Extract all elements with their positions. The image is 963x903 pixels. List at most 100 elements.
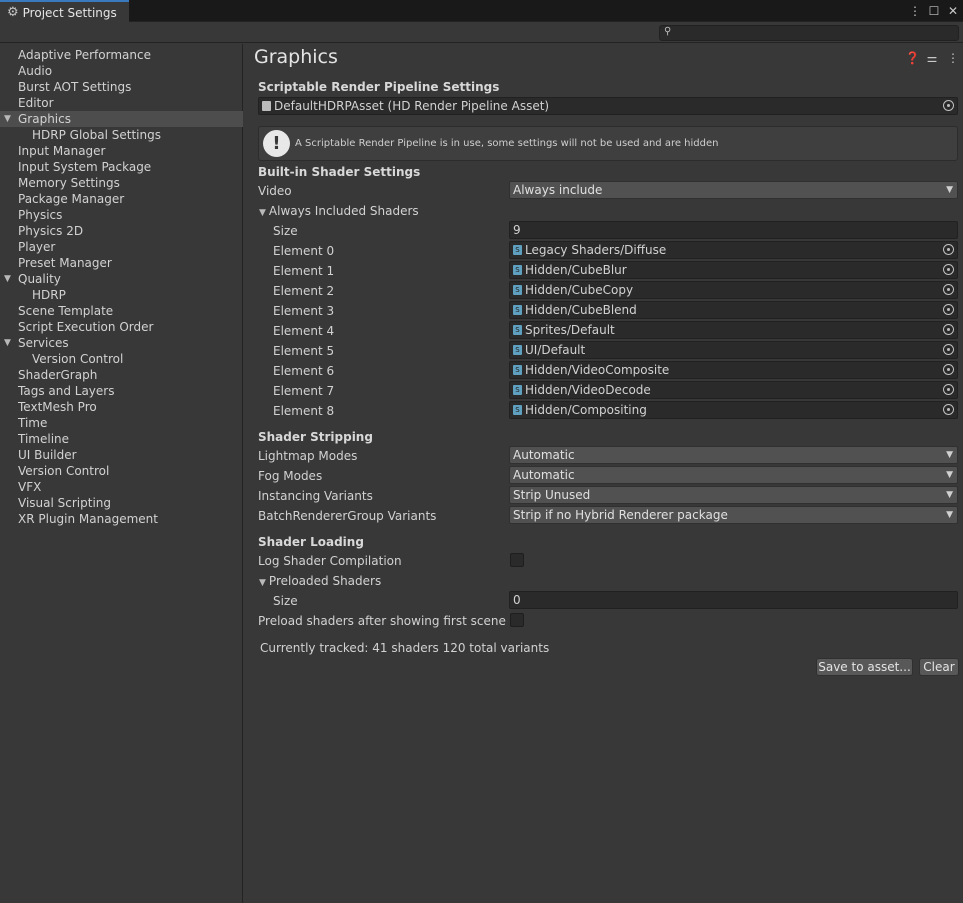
sidebar-item[interactable]: Input System Package <box>0 159 243 175</box>
sidebar-item[interactable]: UI Builder <box>0 447 243 463</box>
preload-after-first-scene-checkbox[interactable] <box>510 613 524 627</box>
element-label: Element 0 <box>273 244 335 258</box>
maximize-icon[interactable]: ☐ <box>928 3 940 19</box>
object-picker-icon[interactable] <box>943 344 954 355</box>
sidebar-item[interactable]: ShaderGraph <box>0 367 243 383</box>
object-picker-icon[interactable] <box>943 284 954 295</box>
save-to-asset-button[interactable]: Save to asset... <box>816 658 913 676</box>
expand-arrow-icon[interactable]: ▼ <box>4 111 11 127</box>
sidebar-item[interactable]: TextMesh Pro <box>0 399 243 415</box>
shader-object-field[interactable]: S UI/Default <box>509 341 958 359</box>
video-label: Video <box>258 184 292 198</box>
sidebar-item[interactable]: ▼ Services <box>0 335 243 351</box>
tab-title: Project Settings <box>22 5 117 20</box>
sidebar-item[interactable]: Scene Template <box>0 303 243 319</box>
more-options-icon[interactable]: ⋮ <box>909 3 921 19</box>
sidebar-item[interactable]: HDRP <box>0 287 243 303</box>
asset-icon <box>262 101 271 111</box>
stripping-dropdown[interactable]: Strip Unused ▼ <box>509 486 958 504</box>
more-options-icon[interactable]: ⋮ <box>947 51 959 65</box>
shader-object-field[interactable]: S Hidden/CubeBlur <box>509 261 958 279</box>
sidebar-item[interactable]: Player <box>0 239 243 255</box>
stripping-dropdown[interactable]: Automatic ▼ <box>509 446 958 464</box>
preloaded-shaders-foldout[interactable]: ▼ Preloaded Shaders <box>259 574 381 588</box>
sidebar-item-label: Script Execution Order <box>18 320 154 334</box>
sidebar-item[interactable]: Input Manager <box>0 143 243 159</box>
shader-object-field[interactable]: S Sprites/Default <box>509 321 958 339</box>
preloaded-size-field[interactable]: 0 <box>509 591 958 609</box>
render-pipeline-asset-field[interactable]: DefaultHDRPAsset (HD Render Pipeline Ass… <box>258 97 958 115</box>
element-label: Element 2 <box>273 284 335 298</box>
sidebar-item[interactable]: VFX <box>0 479 243 495</box>
object-picker-icon[interactable] <box>943 404 954 415</box>
clear-button[interactable]: Clear <box>919 658 959 676</box>
shader-object-field[interactable]: S Hidden/CubeCopy <box>509 281 958 299</box>
shader-object-field[interactable]: S Hidden/Compositing <box>509 401 958 419</box>
sidebar-item[interactable]: Visual Scripting <box>0 495 243 511</box>
expand-arrow-icon[interactable]: ▼ <box>4 271 11 287</box>
sidebar-item-label: TextMesh Pro <box>18 400 97 414</box>
sidebar-item[interactable]: ▼ Graphics <box>0 111 243 127</box>
sidebar-item-label: Adaptive Performance <box>18 48 151 62</box>
stripping-value: Automatic <box>513 448 575 462</box>
stripping-dropdown[interactable]: Automatic ▼ <box>509 466 958 484</box>
toolbar: ⚲ <box>0 22 963 43</box>
presets-icon[interactable]: ⚌ <box>926 51 938 65</box>
element-label: Element 8 <box>273 404 335 418</box>
stripping-value: Strip if no Hybrid Renderer package <box>513 508 728 522</box>
sidebar-item[interactable]: Burst AOT Settings <box>0 79 243 95</box>
shader-object-field[interactable]: S Hidden/VideoComposite <box>509 361 958 379</box>
tab-project-settings[interactable]: ⚙ Project Settings <box>0 0 129 23</box>
sidebar-item-label: Input Manager <box>18 144 106 158</box>
shader-object-field[interactable]: S Hidden/CubeBlend <box>509 301 958 319</box>
log-shader-compilation-checkbox[interactable] <box>510 553 524 567</box>
search-input[interactable]: ⚲ <box>659 25 959 41</box>
sidebar-item[interactable]: Version Control <box>0 351 243 367</box>
shader-icon: S <box>513 305 522 315</box>
object-picker-icon[interactable] <box>943 324 954 335</box>
object-picker-icon[interactable] <box>943 304 954 315</box>
sidebar-item[interactable]: Timeline <box>0 431 243 447</box>
object-picker-icon[interactable] <box>943 264 954 275</box>
help-icon[interactable]: ❓ <box>905 51 920 65</box>
sidebar-item[interactable]: Audio <box>0 63 243 79</box>
sidebar-item[interactable]: Physics 2D <box>0 223 243 239</box>
object-picker-icon[interactable] <box>943 384 954 395</box>
shader-name: Hidden/VideoComposite <box>525 363 670 377</box>
sidebar-item-label: UI Builder <box>18 448 77 462</box>
sidebar-item-label: Visual Scripting <box>18 496 111 510</box>
sidebar-item[interactable]: HDRP Global Settings <box>0 127 243 143</box>
close-icon[interactable]: ✕ <box>947 3 959 19</box>
sidebar-item[interactable]: Physics <box>0 207 243 223</box>
sidebar-item[interactable]: Time <box>0 415 243 431</box>
expand-arrow-icon[interactable]: ▼ <box>4 335 11 351</box>
shader-icon: S <box>513 325 522 335</box>
object-picker-icon[interactable] <box>943 364 954 375</box>
element-label: Element 7 <box>273 384 335 398</box>
sidebar-item[interactable]: XR Plugin Management <box>0 511 243 527</box>
shader-array-size-field[interactable]: 9 <box>509 221 958 239</box>
element-label: Element 6 <box>273 364 335 378</box>
preloaded-size-value: 0 <box>513 593 521 607</box>
shader-object-field[interactable]: S Legacy Shaders/Diffuse <box>509 241 958 259</box>
sidebar-item[interactable]: Adaptive Performance <box>0 47 243 63</box>
object-picker-icon[interactable] <box>943 244 954 255</box>
sidebar-item[interactable]: ▼ Quality <box>0 271 243 287</box>
sidebar-item[interactable]: Memory Settings <box>0 175 243 191</box>
foldout-arrow-icon: ▼ <box>259 208 266 218</box>
video-dropdown[interactable]: Always include ▼ <box>509 181 958 199</box>
sidebar-item[interactable]: Version Control <box>0 463 243 479</box>
always-included-foldout[interactable]: ▼ Always Included Shaders <box>259 204 419 218</box>
stripping-dropdown[interactable]: Strip if no Hybrid Renderer package ▼ <box>509 506 958 524</box>
shader-name: Hidden/Compositing <box>525 403 647 417</box>
sidebar-item[interactable]: Script Execution Order <box>0 319 243 335</box>
element-label: Element 5 <box>273 344 335 358</box>
sidebar-item[interactable]: Preset Manager <box>0 255 243 271</box>
sidebar-item[interactable]: Editor <box>0 95 243 111</box>
shader-object-field[interactable]: S Hidden/VideoDecode <box>509 381 958 399</box>
sidebar-item[interactable]: Tags and Layers <box>0 383 243 399</box>
object-picker-icon[interactable] <box>943 100 954 111</box>
tracked-shaders-status: Currently tracked: 41 shaders 120 total … <box>260 641 550 655</box>
sidebar-item-label: Scene Template <box>18 304 114 318</box>
sidebar-item[interactable]: Package Manager <box>0 191 243 207</box>
